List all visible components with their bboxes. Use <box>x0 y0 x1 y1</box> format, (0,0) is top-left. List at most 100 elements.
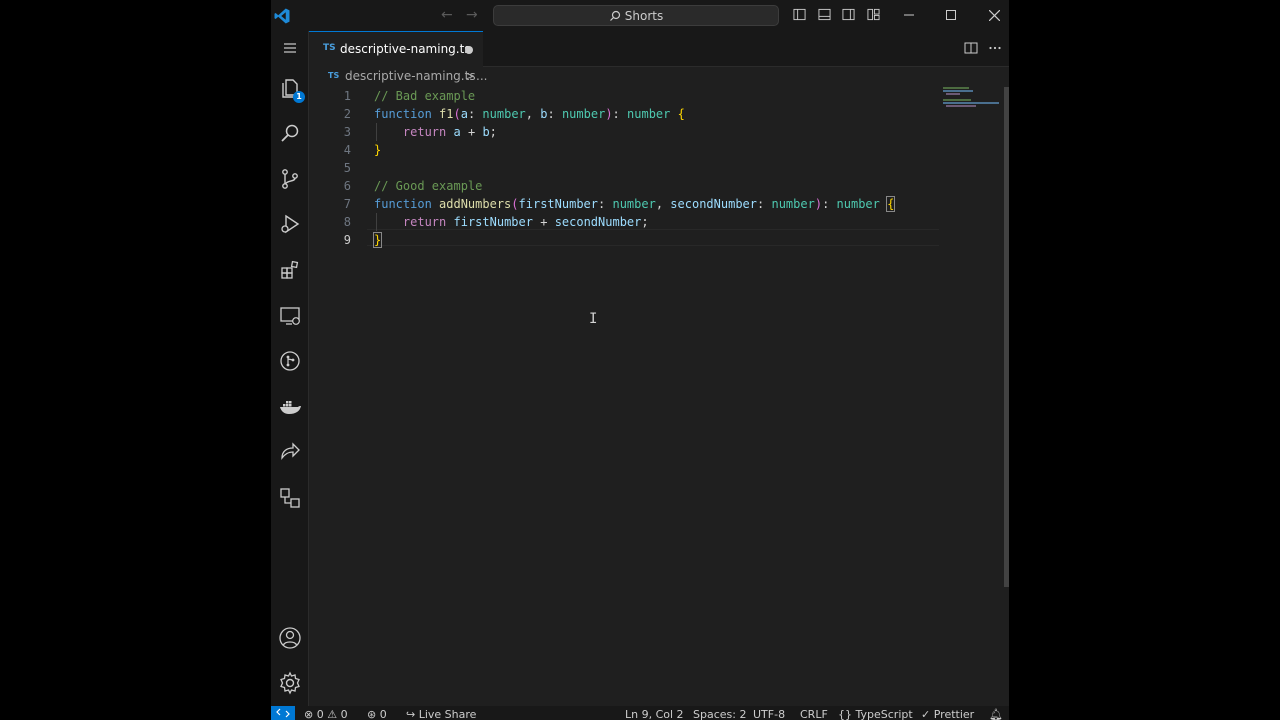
prettier-label: Prettier <box>933 708 975 720</box>
check-icon: ✓ <box>921 708 931 720</box>
forward-arrow-icon[interactable]: → <box>466 7 478 23</box>
breadcrumb: TS descriptive-naming.ts > ... <box>309 67 949 87</box>
indentation[interactable]: Spaces: 2 <box>693 708 746 720</box>
remote-icon <box>276 708 290 718</box>
code-editor[interactable]: 1 2 3 4 5 6 7 8 9 // Bad example functio… <box>309 87 1009 706</box>
extensions-button[interactable] <box>275 255 305 285</box>
search-view-button[interactable] <box>275 118 305 148</box>
live-share-label: Live Share <box>418 708 477 720</box>
gear-icon <box>280 671 300 695</box>
live-share-status[interactable]: ↪ Live Share <box>406 708 476 720</box>
warning-icon: ⚠ <box>327 708 338 720</box>
code-line[interactable]: } <box>372 231 383 249</box>
line-number: 8 <box>343 215 351 229</box>
language-mode[interactable]: {} TypeScript <box>838 708 913 720</box>
chevron-right-icon: > <box>465 69 476 83</box>
title-bar: ← → Shorts <box>271 0 1009 31</box>
code-line[interactable]: function addNumbers(firstNumber: number,… <box>374 195 896 213</box>
end-of-line[interactable]: CRLF <box>800 708 828 720</box>
maximize-button[interactable] <box>937 5 965 25</box>
accounts-button[interactable] <box>275 623 305 653</box>
more-actions-button[interactable] <box>987 40 1003 56</box>
remote-indicator[interactable] <box>271 706 295 720</box>
notifications-bell-icon[interactable]: 🔔︎ <box>989 708 1003 720</box>
line-number: 2 <box>343 107 351 121</box>
run-debug-button[interactable] <box>275 209 305 239</box>
maximize-icon <box>946 10 956 20</box>
line-number: 6 <box>343 179 351 193</box>
code-line[interactable]: // Bad example <box>374 87 475 105</box>
connection-icon <box>280 488 300 508</box>
activity-bar: 1 <box>271 31 309 706</box>
error-icon: ⊗ <box>304 708 314 720</box>
explorer-button[interactable]: 1 <box>275 73 305 103</box>
source-control-icon <box>282 169 298 189</box>
pull-requests-button[interactable] <box>275 483 305 513</box>
vscode-logo-icon[interactable] <box>273 7 291 25</box>
manage-button[interactable] <box>275 668 305 698</box>
command-center-search[interactable]: Shorts <box>493 5 779 26</box>
docker-button[interactable] <box>275 392 305 422</box>
account-icon <box>279 627 301 649</box>
live-share-icon <box>281 442 300 460</box>
toggle-secondary-sidebar-icon[interactable] <box>842 8 855 21</box>
live-share-button[interactable] <box>275 437 305 467</box>
close-button[interactable] <box>980 5 1008 25</box>
broadcast-icon: ⊛ <box>367 708 377 720</box>
prettier-status[interactable]: ✓ Prettier <box>921 708 974 720</box>
encoding[interactable]: UTF-8 <box>753 708 785 720</box>
docker-icon <box>280 401 301 414</box>
source-control-button[interactable] <box>275 164 305 194</box>
code-line[interactable]: } <box>374 141 381 159</box>
menu-button[interactable] <box>275 33 305 63</box>
code-line[interactable]: return a + b; <box>374 123 497 141</box>
toggle-primary-sidebar-icon[interactable] <box>793 8 806 21</box>
code-line[interactable]: // Good example <box>374 177 482 195</box>
code-line[interactable]: function f1(a: number, b: number): numbe… <box>374 105 685 123</box>
tab-label: descriptive-naming.ts <box>340 42 471 56</box>
braces-icon: {} <box>838 708 852 720</box>
toggle-panel-icon[interactable] <box>818 8 831 21</box>
status-bar: ⊗ 0 ⚠ 0 ⊛ 0 ↪ Live Share Ln 9, Col 2 Spa… <box>271 706 1009 720</box>
vscode-window: ← → Shorts 1 TS descriptive-naming.ts TS… <box>271 0 1009 720</box>
split-editor-icon <box>964 42 978 54</box>
line-number: 5 <box>343 161 351 175</box>
search-icon <box>281 124 299 142</box>
split-editor-button[interactable] <box>963 40 979 56</box>
explorer-badge: 1 <box>293 91 305 103</box>
typescript-file-icon: TS <box>328 71 340 80</box>
minimize-icon <box>904 14 914 16</box>
vertical-scrollbar[interactable] <box>1004 87 1009 587</box>
tab-descriptive-naming[interactable]: TS descriptive-naming.ts <box>309 31 483 67</box>
close-icon <box>988 9 1000 21</box>
live-share-icon: ↪ <box>406 708 416 720</box>
line-number: 4 <box>343 143 351 157</box>
current-line-highlight <box>367 229 939 246</box>
minimap[interactable] <box>943 87 1001 107</box>
ports-count: 0 <box>379 708 387 720</box>
line-number: 3 <box>343 125 351 139</box>
run-debug-icon <box>281 214 300 234</box>
ellipsis-icon <box>989 46 1001 50</box>
typescript-file-icon: TS <box>323 43 336 53</box>
error-count: 0 <box>316 708 324 720</box>
back-arrow-icon[interactable]: ← <box>441 7 453 23</box>
line-number: 9 <box>343 233 351 247</box>
problems-indicator[interactable]: ⊗ 0 ⚠ 0 <box>304 708 348 720</box>
cursor-position[interactable]: Ln 9, Col 2 <box>625 708 684 720</box>
unsaved-dot-icon[interactable] <box>465 46 473 54</box>
remote-explorer-button[interactable] <box>275 301 305 331</box>
ports-indicator[interactable]: ⊛ 0 <box>367 708 387 720</box>
mouse-text-cursor-icon: I <box>589 311 598 327</box>
language-label: TypeScript <box>855 708 913 720</box>
code-line[interactable]: return firstNumber + secondNumber; <box>374 213 649 231</box>
minimize-button[interactable] <box>895 5 923 25</box>
search-label: Shorts <box>624 8 664 23</box>
git-graph-button[interactable] <box>275 346 305 376</box>
git-graph-icon <box>280 351 300 371</box>
breadcrumb-more[interactable]: ... <box>476 69 487 83</box>
hamburger-menu-icon <box>284 43 296 53</box>
warning-count: 0 <box>340 708 348 720</box>
breadcrumb-file[interactable]: descriptive-naming.ts <box>345 69 476 83</box>
customize-layout-icon[interactable] <box>867 8 880 21</box>
